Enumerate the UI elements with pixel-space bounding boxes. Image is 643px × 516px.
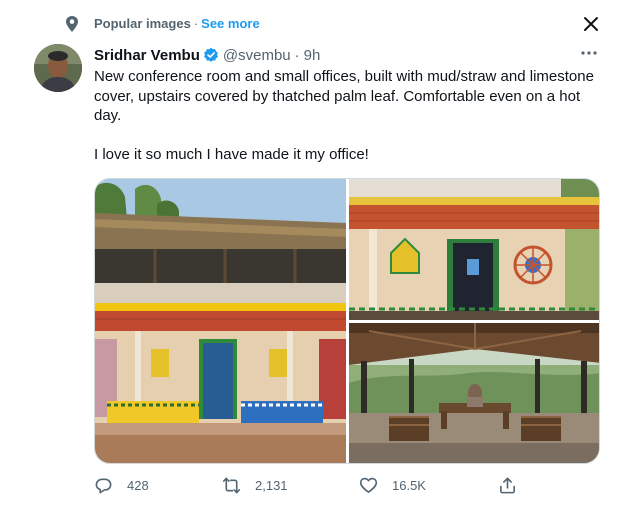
tweet-header: Sridhar Vembu @svembu · 9h xyxy=(94,45,320,65)
tweet-text: New conference room and small offices, b… xyxy=(94,67,604,165)
heart-icon xyxy=(359,477,378,493)
media-grid xyxy=(94,178,600,464)
reply-icon xyxy=(95,478,112,494)
tweet-paragraph: I love it so much I have made it my offi… xyxy=(94,146,369,163)
more-options-icon[interactable] xyxy=(580,47,598,59)
author-handle[interactable]: @svembu xyxy=(223,47,291,64)
avatar[interactable] xyxy=(34,44,82,92)
photo-two-storey-mud-building[interactable] xyxy=(95,179,346,463)
header-separator: · xyxy=(294,46,300,64)
photo-building-facade-with-art[interactable] xyxy=(349,179,599,320)
share-icon xyxy=(500,477,515,494)
reply-button[interactable]: 428 xyxy=(94,476,149,495)
author-name[interactable]: Sridhar Vembu xyxy=(94,47,200,64)
share-button[interactable] xyxy=(498,476,517,495)
retweet-count: 2,131 xyxy=(255,478,288,493)
tweet-paragraph: New conference room and small offices, b… xyxy=(94,68,594,124)
reply-count: 428 xyxy=(127,478,149,493)
avatar-photo xyxy=(34,44,82,92)
like-button[interactable]: 16.5K xyxy=(359,476,426,495)
see-more-link[interactable]: See more xyxy=(201,16,260,31)
retweet-button[interactable]: 2,131 xyxy=(222,476,288,495)
verified-badge-icon xyxy=(203,47,218,62)
photo-thatched-conference-room[interactable] xyxy=(349,323,599,463)
retweet-icon xyxy=(222,477,241,494)
close-icon[interactable] xyxy=(582,15,600,33)
popular-images-label: Popular images xyxy=(94,16,191,31)
context-separator: · xyxy=(193,16,199,31)
tweet-actions: 428 2,131 16.5K xyxy=(94,476,524,498)
location-pin-icon xyxy=(66,16,78,32)
like-count: 16.5K xyxy=(392,478,426,493)
social-context: Popular images · See more xyxy=(94,16,260,31)
social-context-bar: Popular images · See more xyxy=(0,0,643,50)
tweet-timestamp[interactable]: 9h xyxy=(304,47,321,64)
